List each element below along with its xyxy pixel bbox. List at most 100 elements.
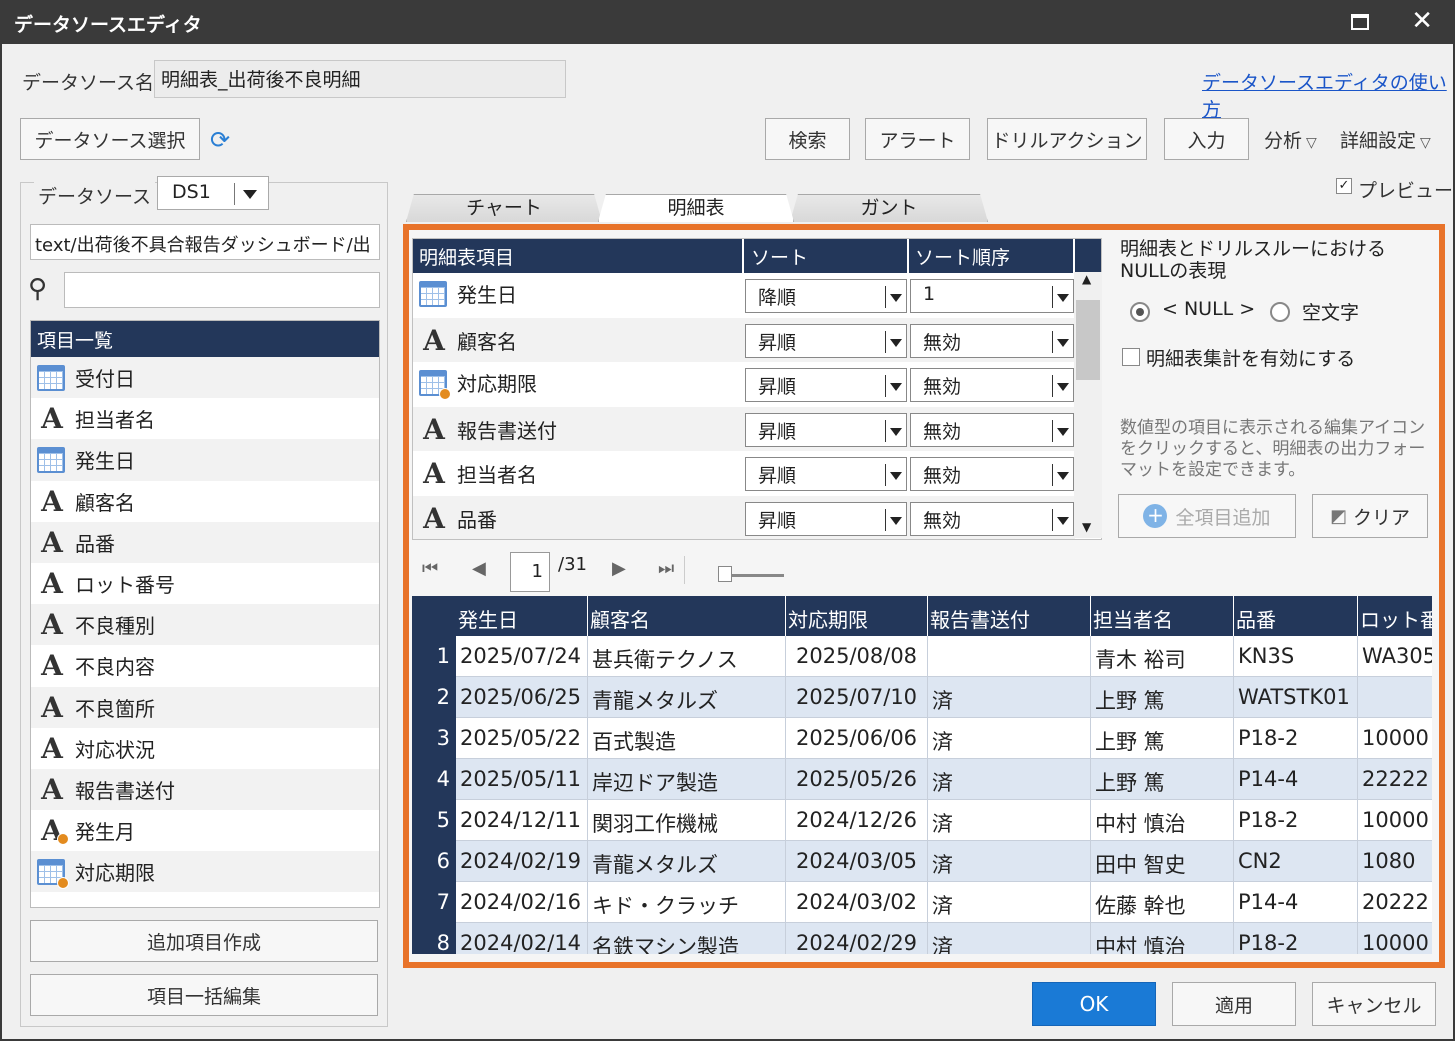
ok-button[interactable]: OK xyxy=(1032,982,1156,1026)
item-list-row[interactable]: A 不良箇所 xyxy=(31,686,379,728)
datasource-select[interactable]: DS1 xyxy=(157,176,269,210)
add-item-button[interactable]: 追加項目作成 xyxy=(30,920,378,962)
apply-button[interactable]: 適用 xyxy=(1172,982,1296,1026)
sort-order-select[interactable]: 無効 xyxy=(910,412,1074,447)
zoom-slider-handle[interactable] xyxy=(718,566,732,582)
first-page-icon[interactable]: ⏮ xyxy=(422,558,438,579)
sort-select[interactable]: 昇順 xyxy=(745,368,907,403)
sort-order-select[interactable]: 無効 xyxy=(910,502,1074,536)
sort-order-select[interactable]: 無効 xyxy=(910,323,1074,358)
item-list-row[interactable]: A 顧客名 xyxy=(31,481,379,522)
item-search-input[interactable] xyxy=(64,272,380,308)
enable-total-label: 明細表集計を有効にする xyxy=(1146,348,1356,370)
detail-grid-row[interactable]: 発生日 降順 1 xyxy=(413,273,1075,318)
chevron-down-icon xyxy=(1057,427,1069,436)
detail-grid-row[interactable]: 対応期限 昇順 無効 xyxy=(413,362,1075,407)
detail-grid-row[interactable]: A 品番 昇順 無効 xyxy=(413,496,1075,539)
row-number: 4 xyxy=(412,759,456,800)
alert-button[interactable]: アラート xyxy=(865,118,970,160)
analysis-menu[interactable]: 分析 ▽ xyxy=(1264,126,1317,153)
tab-detail[interactable]: 明細表 xyxy=(598,194,794,222)
scroll-thumb[interactable] xyxy=(1076,300,1100,380)
detail-grid-row[interactable]: A 顧客名 昇順 無効 xyxy=(413,317,1075,363)
item-list-row[interactable]: A 担当者名 xyxy=(31,398,379,439)
row-number: 2 xyxy=(412,677,456,718)
enable-total-checkbox[interactable] xyxy=(1122,348,1140,366)
detail-header-order: ソート順序 xyxy=(915,247,1011,269)
tab-gantt[interactable]: ガント xyxy=(790,194,988,222)
item-list-row[interactable]: 対応期限 xyxy=(31,851,379,893)
chevron-down-icon xyxy=(890,472,902,481)
select-separator xyxy=(1052,464,1053,487)
maximize-icon[interactable] xyxy=(1351,14,1369,30)
column-header[interactable]: ロット番 xyxy=(1358,596,1432,636)
drill-action-button[interactable]: ドリルアクション xyxy=(987,118,1147,160)
sort-select[interactable]: 昇順 xyxy=(745,412,907,447)
null-radio[interactable] xyxy=(1130,302,1150,322)
help-link[interactable]: データソースエディタの使い方 xyxy=(1202,68,1453,122)
datasource-name-field[interactable]: 明細表_出荷後不良明細 xyxy=(154,60,566,98)
datasource-select-value: DS1 xyxy=(172,181,211,203)
item-list-row[interactable]: A 不良種別 xyxy=(31,604,379,646)
table-cell: 岸辺ドア製造 xyxy=(588,759,786,800)
sort-order-select[interactable]: 1 xyxy=(910,279,1074,313)
item-list-row[interactable]: A 品番 xyxy=(31,521,379,563)
row-number: 7 xyxy=(412,882,456,923)
sort-order-select[interactable]: 無効 xyxy=(910,368,1074,403)
item-list-row[interactable]: A 発生月 xyxy=(31,810,379,851)
prev-page-icon[interactable]: ◀ xyxy=(472,558,486,579)
detail-grid-row[interactable]: A 報告書送付 昇順 無効 xyxy=(413,406,1075,452)
table-cell: 青龍メタルズ xyxy=(588,841,786,882)
empty-string-radio[interactable] xyxy=(1270,302,1290,322)
item-list-row[interactable]: A 対応状況 xyxy=(31,728,379,769)
item-list-row[interactable]: A ロット番号 xyxy=(31,563,379,604)
select-datasource-button[interactable]: データソース選択 xyxy=(20,118,200,160)
scroll-up-icon[interactable]: ▲ xyxy=(1082,272,1091,286)
scroll-down-icon[interactable]: ▼ xyxy=(1082,520,1091,534)
column-header[interactable]: 対応期限 xyxy=(786,596,928,636)
select-separator xyxy=(885,375,886,398)
column-header[interactable]: 顧客名 xyxy=(588,596,786,636)
datasource-path-field[interactable]: text/出荷後不具合報告ダッシュボード/出 xyxy=(30,224,380,260)
next-page-icon[interactable]: ▶ xyxy=(612,558,626,579)
item-list-row[interactable]: A 報告書送付 xyxy=(31,768,379,811)
advanced-menu[interactable]: 詳細設定 ▽ xyxy=(1340,126,1431,153)
chevron-down-icon xyxy=(1057,338,1069,347)
sort-select[interactable]: 降順 xyxy=(745,279,907,313)
select-value: 昇順 xyxy=(758,510,797,532)
item-list-row[interactable]: A 不良内容 xyxy=(31,645,379,686)
item-list-row[interactable]: 発生日 xyxy=(31,439,379,481)
cancel-button[interactable]: キャンセル xyxy=(1312,982,1436,1026)
tab-chart[interactable]: チャート xyxy=(406,194,602,222)
column-header[interactable]: 発生日 xyxy=(456,596,588,636)
search-button[interactable]: 検索 xyxy=(765,118,850,160)
text-field-icon: A xyxy=(41,608,63,642)
preview-checkbox[interactable]: ✓ xyxy=(1336,178,1352,194)
add-all-button[interactable]: + 全項目追加 xyxy=(1118,494,1296,538)
detail-grid-scrollbar[interactable]: ▲ ▼ xyxy=(1074,272,1102,538)
sort-select[interactable]: 昇順 xyxy=(745,502,907,536)
detail-item-label: 品番 xyxy=(457,508,497,532)
detail-item-label: 顧客名 xyxy=(457,329,517,354)
close-icon[interactable]: ✕ xyxy=(1411,6,1433,36)
column-header[interactable]: 報告書送付 xyxy=(928,596,1091,636)
column-header[interactable]: 担当者名 xyxy=(1091,596,1234,636)
input-button[interactable]: 入力 xyxy=(1164,118,1249,160)
tab-detail-label: 明細表 xyxy=(667,197,725,219)
clear-button[interactable]: ◩ クリア xyxy=(1312,494,1428,538)
column-header[interactable]: 品番 xyxy=(1234,596,1358,636)
sort-select[interactable]: 昇順 xyxy=(745,457,907,492)
page-number-input[interactable]: 1 xyxy=(510,552,550,592)
item-list-row[interactable]: 受付日 xyxy=(31,357,379,399)
detail-grid-row[interactable]: A 担当者名 昇順 無効 xyxy=(413,451,1075,496)
refresh-icon[interactable]: ⟳ xyxy=(210,126,230,154)
last-page-icon[interactable]: ⏭ xyxy=(658,558,674,579)
sort-order-select[interactable]: 無効 xyxy=(910,457,1074,492)
table-cell: 上野 篤 xyxy=(1091,718,1234,759)
sort-select[interactable]: 昇順 xyxy=(745,323,907,358)
table-cell: 2024/12/11 xyxy=(456,800,588,841)
text-field-icon: A xyxy=(41,525,63,559)
bulk-edit-button[interactable]: 項目一括編集 xyxy=(30,974,378,1016)
text-field-icon: A xyxy=(423,457,445,491)
detail-item-name: A 品番 xyxy=(419,502,497,535)
